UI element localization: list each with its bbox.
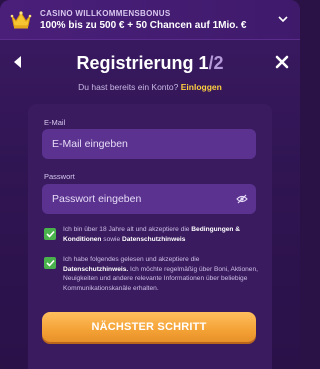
privacy-link[interactable]: Datenschutzhinweis (122, 236, 185, 243)
password-label: Passwort (44, 172, 75, 181)
checkmark-icon (45, 259, 55, 267)
terms-text-before: Ich bin über 18 Jahre alt und akzeptiere… (63, 226, 192, 233)
marketing-consent-text: Ich habe folgendes gelesen und akzeptier… (63, 255, 263, 293)
login-link[interactable]: Einloggen (181, 82, 222, 92)
title-text: Registrierung 1 (76, 53, 209, 73)
bonus-banner-label: CASINO WILLKOMMENSBONUS (40, 8, 171, 18)
next-step-button[interactable]: NÄCHSTER SCHRITT (42, 312, 256, 342)
eye-slash-icon[interactable] (236, 194, 248, 204)
terms-checkbox[interactable] (44, 228, 56, 240)
terms-consent-text: Ich bin über 18 Jahre alt und akzeptiere… (63, 225, 263, 244)
email-field[interactable] (42, 129, 256, 159)
page-title: Registrierung 1/2 (0, 53, 300, 74)
bonus-banner[interactable]: CASINO WILLKOMMENSBONUS 100% bis zu 500 … (0, 0, 300, 40)
registration-modal: CASINO WILLKOMMENSBONUS 100% bis zu 500 … (0, 0, 300, 369)
marketing-text-before: Ich habe folgendes gelesen und akzeptier… (63, 256, 200, 263)
email-label: E-Mail (44, 118, 66, 127)
checkmark-icon (45, 230, 55, 238)
chevron-down-icon[interactable] (278, 15, 288, 23)
marketing-checkbox[interactable] (44, 257, 56, 269)
bonus-banner-offer: 100% bis zu 500 € + 50 Chancen auf 1Mio.… (40, 19, 247, 31)
login-prompt-line: Du hast bereits ein Konto? Einloggen (0, 82, 300, 92)
login-prompt: Du hast bereits ein Konto? (78, 82, 179, 92)
close-icon[interactable] (274, 54, 290, 70)
password-field[interactable] (42, 184, 256, 214)
crown-icon (10, 10, 32, 28)
marketing-privacy-link[interactable]: Datenschutzhinweis. (63, 266, 128, 273)
terms-text-middle: sowie (101, 235, 122, 243)
step-total: /2 (208, 53, 224, 73)
